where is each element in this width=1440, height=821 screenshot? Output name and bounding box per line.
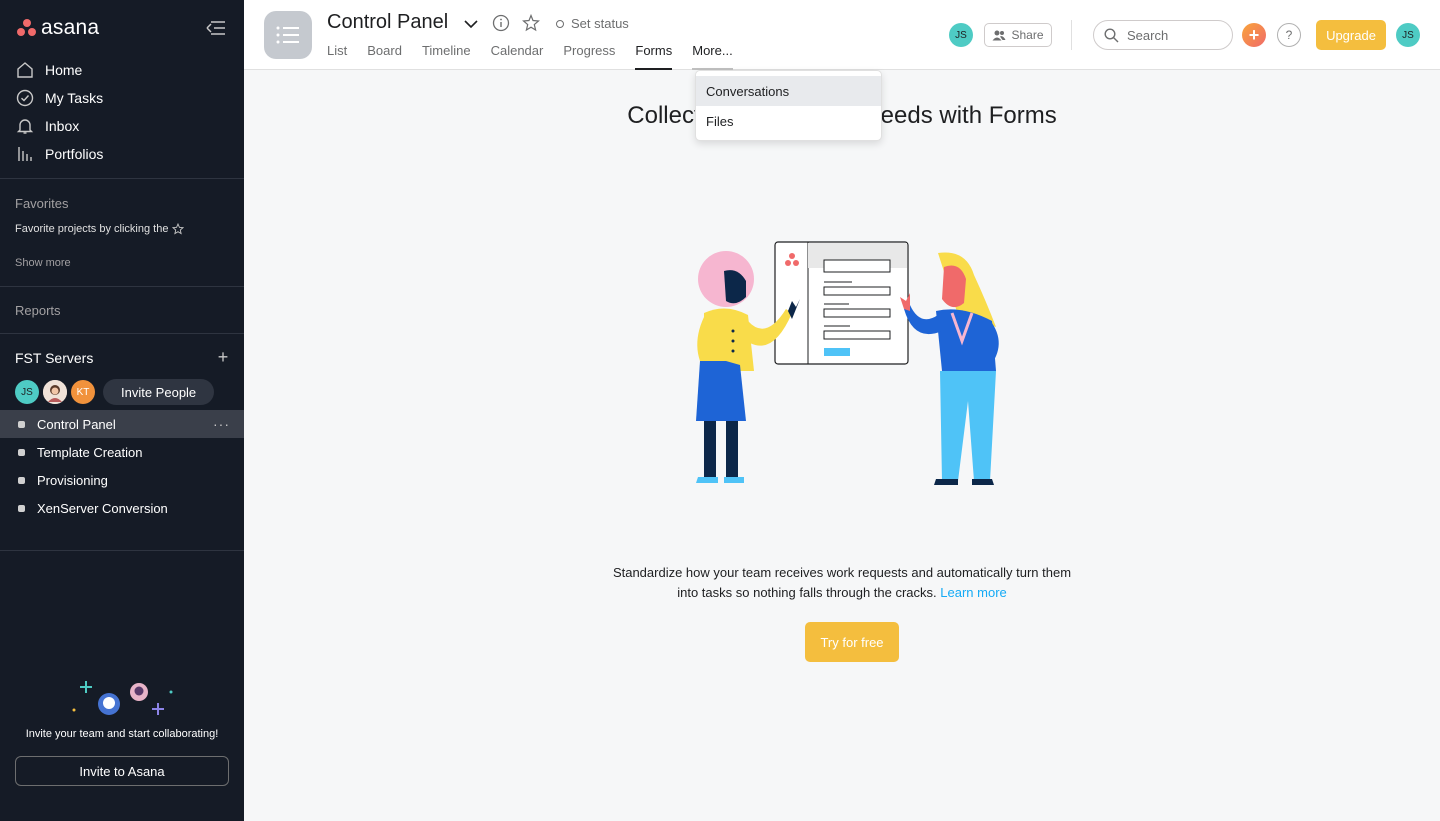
asana-wordmark: asana	[41, 16, 100, 39]
menu-item-conversations[interactable]: Conversations	[696, 76, 881, 106]
reports-link[interactable]: Reports	[15, 303, 61, 318]
asana-logo-icon	[17, 19, 37, 37]
tab-board[interactable]: Board	[367, 43, 402, 70]
project-list-icon[interactable]	[264, 11, 312, 59]
project-label: Provisioning	[37, 472, 108, 488]
home-icon	[16, 61, 34, 79]
menu-item-files[interactable]: Files	[696, 106, 881, 136]
project-list: Control Panel ··· Template Creation Prov…	[0, 410, 244, 522]
sidebar-item-xenserver-conversion[interactable]: XenServer Conversion	[0, 494, 244, 522]
forms-empty-state: Collect th needs with Forms Standardize …	[244, 71, 1440, 821]
bell-icon	[16, 117, 34, 135]
project-header: Control Panel Set status List Board Time…	[244, 0, 1440, 70]
project-member-avatar[interactable]: JS	[949, 23, 973, 47]
sidebar-item-portfolios[interactable]: Portfolios	[0, 140, 244, 168]
user-avatar[interactable]: JS	[1396, 23, 1420, 47]
invite-to-asana-button[interactable]: Invite to Asana	[15, 756, 229, 786]
invite-people-button[interactable]: Invite People	[103, 379, 215, 405]
project-label: Control Panel	[37, 416, 116, 432]
project-color-dot	[18, 504, 25, 512]
invite-panel: Invite your team and start collaborating…	[15, 676, 229, 786]
sidebar: asana Home My Tasks Inbox Portfolios Fav…	[0, 0, 244, 821]
tab-forms[interactable]: Forms	[635, 43, 672, 70]
project-color-dot	[18, 476, 25, 484]
add-project-icon[interactable]: +	[214, 348, 232, 366]
header-divider	[1071, 20, 1072, 50]
favorites-hint: Favorite projects by clicking the	[15, 223, 185, 235]
sidebar-item-provisioning[interactable]: Provisioning	[0, 466, 244, 494]
avatar[interactable]	[43, 380, 67, 404]
project-color-dot	[18, 448, 25, 456]
search-icon	[1104, 27, 1119, 43]
favorites-hint-text: Favorite projects by clicking the	[15, 223, 169, 235]
tab-progress[interactable]: Progress	[563, 43, 615, 70]
project-label: XenServer Conversion	[37, 500, 168, 516]
team-name[interactable]: FST Servers	[15, 350, 93, 366]
share-label: Share	[1011, 28, 1044, 42]
asana-logo[interactable]: asana	[17, 16, 227, 40]
team-members: JS KT Invite People	[15, 379, 215, 405]
bar-chart-icon	[16, 145, 34, 163]
sidebar-divider	[0, 550, 244, 551]
check-circle-icon	[16, 89, 34, 107]
sidebar-item-control-panel[interactable]: Control Panel ···	[0, 410, 244, 438]
learn-more-link[interactable]: Learn more	[940, 585, 1006, 600]
avatar[interactable]: KT	[71, 380, 95, 404]
search-box[interactable]	[1093, 20, 1233, 50]
upgrade-button[interactable]: Upgrade	[1316, 20, 1386, 50]
set-status-label: Set status	[571, 16, 629, 31]
project-label: Template Creation	[37, 444, 143, 460]
avatar[interactable]: JS	[15, 380, 39, 404]
help-button[interactable]: ?	[1277, 23, 1301, 47]
sidebar-item-label: Inbox	[45, 118, 80, 134]
status-circle-icon	[556, 19, 564, 28]
invite-illustration-icon	[72, 681, 173, 715]
sidebar-divider	[0, 286, 244, 287]
more-tabs-dropdown: Conversations Files	[695, 70, 882, 141]
collapse-sidebar-icon[interactable]	[201, 17, 227, 39]
sidebar-item-home[interactable]: Home	[0, 56, 244, 84]
sidebar-nav: Home My Tasks Inbox Portfolios	[0, 56, 244, 168]
forms-description: Standardize how your team receives work …	[609, 563, 1075, 603]
share-button[interactable]: Share	[984, 23, 1052, 47]
info-icon[interactable]	[492, 14, 510, 32]
sidebar-item-label: Home	[45, 62, 83, 78]
sidebar-item-inbox[interactable]: Inbox	[0, 112, 244, 140]
star-icon	[172, 223, 185, 235]
sidebar-item-my-tasks[interactable]: My Tasks	[0, 84, 244, 112]
project-color-dot	[18, 420, 25, 428]
sidebar-item-label: My Tasks	[45, 90, 104, 106]
sidebar-item-template-creation[interactable]: Template Creation	[0, 438, 244, 466]
star-icon[interactable]	[522, 13, 540, 32]
search-input[interactable]	[1127, 27, 1227, 43]
forms-illustration	[696, 241, 999, 485]
sidebar-item-label: Portfolios	[45, 146, 104, 162]
project-tabs: List Board Timeline Calendar Progress Fo…	[327, 43, 753, 70]
more-options-icon[interactable]: ···	[213, 416, 230, 432]
tab-list[interactable]: List	[327, 43, 347, 70]
tab-timeline[interactable]: Timeline	[422, 43, 471, 70]
show-more-link[interactable]: Show more	[15, 257, 71, 269]
favorites-title[interactable]: Favorites	[15, 196, 68, 211]
page-title: Control Panel	[327, 11, 449, 33]
sidebar-divider	[0, 178, 244, 179]
people-icon	[992, 29, 1006, 41]
quick-add-button[interactable]: +	[1242, 23, 1266, 47]
tab-calendar[interactable]: Calendar	[491, 43, 544, 70]
sidebar-divider	[0, 333, 244, 334]
set-status-button[interactable]: Set status	[556, 16, 629, 31]
tab-more[interactable]: More...	[692, 43, 734, 70]
forms-heading-right: needs with Forms	[867, 102, 1057, 129]
chevron-down-icon[interactable]	[462, 15, 480, 33]
invite-text: Invite your team and start collaborating…	[25, 728, 219, 740]
try-for-free-button[interactable]: Try for free	[805, 622, 899, 662]
